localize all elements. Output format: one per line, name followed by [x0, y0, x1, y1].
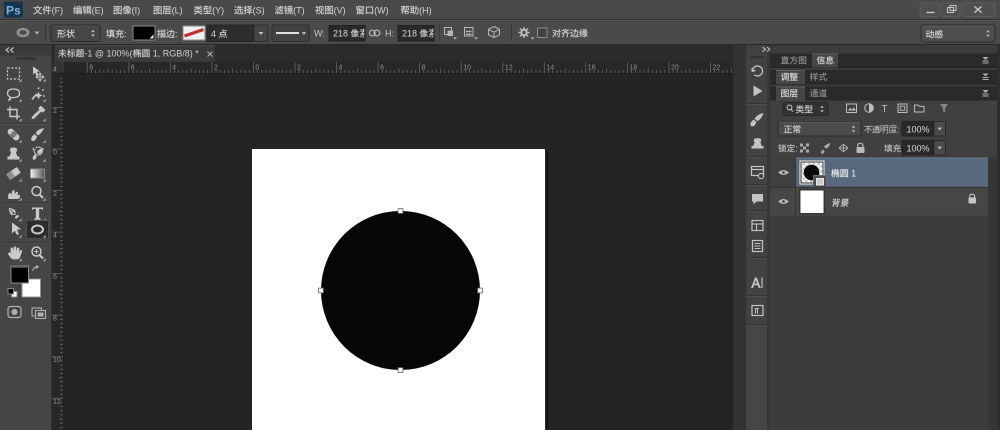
svg-text:12: 12: [53, 399, 61, 406]
svg-text:W:: W:: [314, 29, 325, 39]
svg-text:(Y): (Y): [212, 6, 224, 16]
svg-text:Ps: Ps: [6, 4, 21, 18]
svg-text:2: 2: [53, 191, 57, 198]
svg-text:22: 22: [713, 65, 721, 72]
svg-text:4: 4: [211, 29, 219, 39]
svg-text:-1 @ 100%(: -1 @ 100%(: [84, 49, 132, 59]
svg-text:(L): (L): [172, 6, 183, 16]
svg-text:218: 218: [402, 29, 420, 39]
svg-text:20: 20: [671, 65, 679, 72]
svg-text::: :: [795, 144, 798, 154]
svg-text:100%: 100%: [907, 125, 930, 135]
svg-text:1: 1: [849, 169, 857, 179]
svg-text:(S): (S): [253, 6, 265, 16]
svg-text:4: 4: [53, 66, 57, 73]
svg-text:6: 6: [53, 274, 57, 281]
svg-text:(E): (E): [92, 6, 104, 16]
svg-text:100%: 100%: [907, 144, 930, 154]
svg-text::: :: [175, 29, 178, 39]
svg-text::: :: [124, 29, 127, 39]
svg-text:10: 10: [53, 357, 61, 364]
svg-text:18: 18: [629, 65, 637, 72]
svg-text:2: 2: [53, 108, 57, 115]
svg-text:(V): (V): [334, 6, 346, 16]
svg-text:1, RGB/8) *: 1, RGB/8) *: [150, 49, 199, 59]
svg-text:明度:: 明度:: [880, 124, 899, 135]
svg-text:(H): (H): [419, 6, 432, 16]
svg-text:(T): (T): [293, 6, 305, 16]
svg-text:T: T: [882, 104, 888, 115]
svg-text:12: 12: [505, 65, 513, 72]
svg-text:8: 8: [53, 316, 57, 323]
svg-text:H:: H:: [385, 29, 394, 39]
svg-text:(F): (F): [52, 6, 64, 16]
svg-text:10: 10: [463, 65, 471, 72]
svg-text:4: 4: [53, 233, 57, 240]
svg-text:(W): (W): [374, 6, 389, 16]
svg-text:14: 14: [546, 65, 554, 72]
svg-text:218: 218: [333, 29, 351, 39]
svg-text:(I): (I): [132, 6, 141, 16]
svg-text:0: 0: [53, 150, 57, 157]
